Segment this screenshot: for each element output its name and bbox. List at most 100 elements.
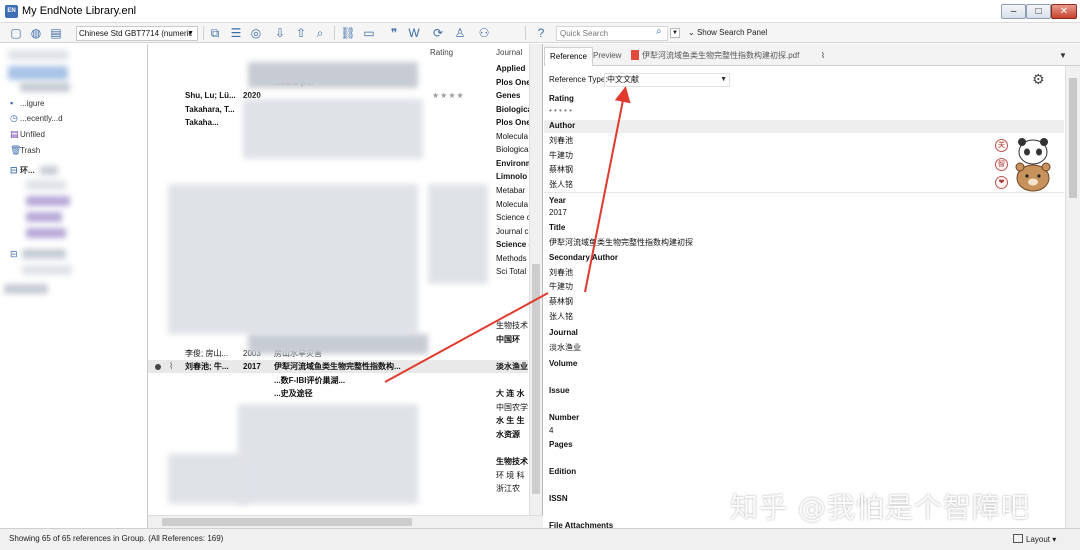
output-style-select[interactable]: Chinese Std GBT7714 (numeric ▼ — [76, 26, 198, 41]
import-icon[interactable]: ⇩ — [272, 25, 288, 41]
open-link-icon[interactable]: ⛓ — [340, 25, 356, 41]
author-field[interactable]: 张人铭 — [549, 179, 573, 190]
scroll-thumb[interactable] — [162, 518, 412, 526]
cell-author: Takahara, T... — [185, 104, 235, 114]
pdf-tab-label: 伊犁河流域鱼类生物完整性指数构建初探.pdf — [642, 51, 800, 60]
search-options-dropdown[interactable]: ▼ — [670, 28, 680, 38]
blurred-group — [22, 265, 72, 275]
window-title: My EndNote Library.enl — [22, 5, 137, 17]
tab-preview[interactable]: Preview — [588, 47, 626, 66]
word-icon[interactable]: W — [406, 25, 422, 41]
scroll-thumb[interactable] — [532, 264, 540, 494]
sync-icon[interactable]: ⟳ — [430, 25, 446, 41]
reference-list-scrollbar[interactable] — [529, 44, 542, 515]
rating-dots[interactable]: • • • • • — [549, 106, 572, 115]
group-item-figure[interactable]: ▪ ...igure — [10, 98, 44, 108]
cell-journal: Science c — [496, 213, 530, 223]
show-search-panel-button[interactable]: ⌄ Show Search Panel — [688, 28, 767, 37]
blurred-region — [248, 334, 428, 354]
integrated-library-icon[interactable]: ▤ — [48, 25, 64, 41]
gear-icon[interactable]: ⚙ — [1032, 71, 1045, 88]
year-field[interactable]: 2017 — [549, 208, 567, 217]
author-field[interactable]: 牛建功 — [549, 150, 573, 161]
group-set-toggle[interactable]: ⊟ — [10, 249, 20, 260]
cell-title: 伊犁河流域鱼类生物完整性指数构... — [274, 362, 401, 372]
blurred-group — [40, 166, 58, 175]
sticker-badge: 智 — [995, 158, 1008, 171]
open-file-icon[interactable]: ▭ — [361, 25, 377, 41]
local-library-icon[interactable]: ▢ — [8, 25, 24, 41]
group-label: ...igure — [20, 99, 45, 108]
new-reference-icon[interactable]: ☰ — [228, 25, 244, 41]
tab-pdf[interactable]: 伊犁河流域鱼类生物完整性指数构建初探.pdf — [626, 47, 804, 66]
online-search-icon[interactable]: ◍ — [28, 25, 44, 41]
secondary-author-field[interactable]: 牛建功 — [549, 281, 573, 292]
cell-journal: 生物技术 — [496, 456, 528, 466]
cell-author: Shu, Lu; Lü... — [185, 91, 236, 101]
cell-journal: Science c — [496, 240, 530, 250]
blurred-group — [8, 50, 68, 60]
clock-icon: ◷ — [10, 113, 18, 123]
table-row[interactable]: ...史及途径 大 连 水 — [148, 387, 528, 400]
blurred-group — [8, 66, 68, 80]
reference-list: Rating Journal Applied...oard (P...Plos … — [148, 44, 543, 528]
cell-journal: Molecula — [496, 131, 529, 141]
author-field[interactable]: 刘春池 — [549, 135, 573, 146]
field-label-author: Author — [549, 121, 576, 130]
column-header-journal[interactable]: Journal — [496, 48, 522, 57]
find-full-text-icon[interactable]: ⌕ — [312, 25, 328, 41]
field-label-issn: ISSN — [549, 494, 568, 503]
group-icon[interactable]: ⚇ — [476, 25, 492, 41]
online-search-globe-icon[interactable]: ◎ — [248, 25, 264, 41]
insert-citation-quote-icon[interactable]: ❞ — [386, 25, 402, 41]
cell-journal: 大 连 水 — [496, 389, 525, 399]
number-field[interactable]: 4 — [549, 426, 553, 435]
minimize-button[interactable]: – — [1001, 4, 1026, 19]
column-header-rating[interactable]: Rating — [430, 48, 453, 57]
insert-citation-icon[interactable]: ⧉ — [207, 25, 223, 41]
reference-list-hscrollbar[interactable] — [148, 515, 543, 528]
output-style-value: Chinese Std GBT7714 (numeric — [79, 29, 193, 38]
secondary-author-field[interactable]: 蔡林钢 — [549, 296, 573, 307]
group-set-header[interactable]: ⊟ 环... — [10, 165, 35, 176]
cell-journal: Sci Total — [496, 267, 527, 277]
layout-label: Layout — [1026, 535, 1051, 544]
journal-field[interactable]: 淡水渔业 — [549, 342, 581, 353]
toolbar-divider — [203, 26, 204, 40]
reference-type-select[interactable]: 中文文献 ▼ — [604, 73, 730, 87]
table-row[interactable]: ⌇ 刘春池; 牛... 2017 伊犁河流域鱼类生物完整性指数构... 淡水渔业 — [148, 360, 528, 374]
blurred-region — [428, 184, 488, 284]
reference-editor-scrollbar[interactable] — [1065, 66, 1080, 528]
blurred-group — [20, 82, 70, 92]
group-item-unfiled[interactable]: ▤Unfiled — [10, 129, 45, 140]
field-label-issue: Issue — [549, 386, 570, 395]
search-icon[interactable]: ⌕ — [656, 26, 662, 37]
table-row[interactable]: Limnolo — [148, 170, 528, 183]
group-item-trash[interactable]: 🗑Trash — [10, 145, 40, 156]
panel-menu-icon[interactable]: ▼ — [1054, 47, 1072, 66]
secondary-author-field[interactable]: 刘春池 — [549, 267, 573, 278]
share-icon[interactable]: ♙ — [452, 25, 468, 41]
tab-reference[interactable]: Reference — [544, 47, 593, 66]
title-field[interactable]: 伊犁河流域鱼类生物完整性指数构建初探 — [549, 237, 693, 248]
layout-button[interactable]: Layout ▾ — [1013, 532, 1063, 547]
scroll-thumb[interactable] — [1069, 78, 1077, 198]
attach-file-icon[interactable]: ⌇ — [816, 47, 830, 66]
cell-journal: 淡水渔业 — [496, 362, 528, 372]
quick-search-input[interactable]: Quick Search — [556, 26, 668, 41]
secondary-author-field[interactable]: 张人铭 — [549, 311, 573, 322]
maximize-button[interactable]: □ — [1026, 4, 1051, 19]
close-button[interactable]: ✕ — [1051, 4, 1077, 19]
help-icon[interactable]: ? — [533, 25, 549, 41]
show-search-panel-label: Show Search Panel — [696, 28, 768, 37]
group-item-recently-added[interactable]: ◷ ...ecently...d — [10, 113, 63, 124]
cell-author: 刘春池; 牛... — [185, 362, 229, 372]
cell-journal: Journal c — [496, 226, 529, 236]
cell-journal: Environm — [496, 158, 530, 168]
author-field[interactable]: 蔡林钢 — [549, 164, 573, 175]
folder-icon: ▪ — [10, 98, 14, 108]
title-bar: EN My EndNote Library.enl – □ ✕ — [0, 0, 1080, 23]
table-row[interactable]: ...数F-IBI评价巢湖... — [148, 374, 528, 387]
export-icon[interactable]: ⇧ — [293, 25, 309, 41]
cell-journal: 浙江农 — [496, 484, 520, 494]
